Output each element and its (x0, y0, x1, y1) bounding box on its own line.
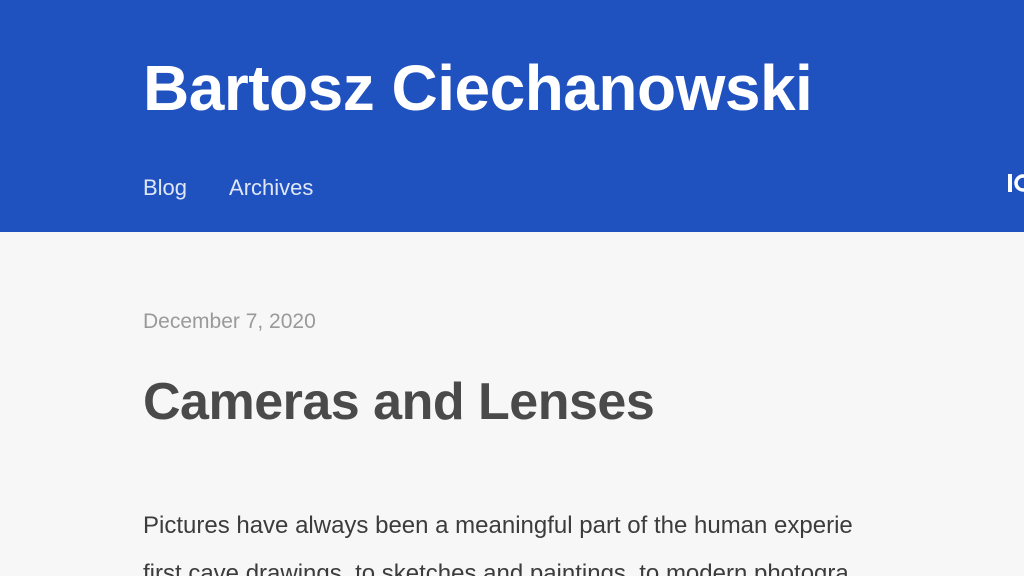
site-header: Bartosz Ciechanowski Blog Archives (0, 0, 1024, 232)
post-intro-paragraph: Pictures have always been a meaningful p… (143, 502, 1024, 576)
intro-line: first cave drawings, to sketches and pai… (143, 560, 849, 576)
main-nav: Blog Archives (143, 173, 313, 203)
nav-archives-link[interactable]: Archives (229, 173, 313, 203)
main-content: December 7, 2020 Cameras and Lenses Pict… (0, 232, 1024, 576)
post-title: Cameras and Lenses (143, 373, 655, 431)
partial-icon[interactable] (1008, 172, 1024, 194)
post-date: December 7, 2020 (143, 310, 316, 333)
intro-line: Pictures have always been a meaningful p… (143, 512, 853, 539)
site-title[interactable]: Bartosz Ciechanowski (143, 48, 813, 128)
partial-icon-svg (1008, 174, 1024, 192)
nav-blog-link[interactable]: Blog (143, 173, 187, 203)
